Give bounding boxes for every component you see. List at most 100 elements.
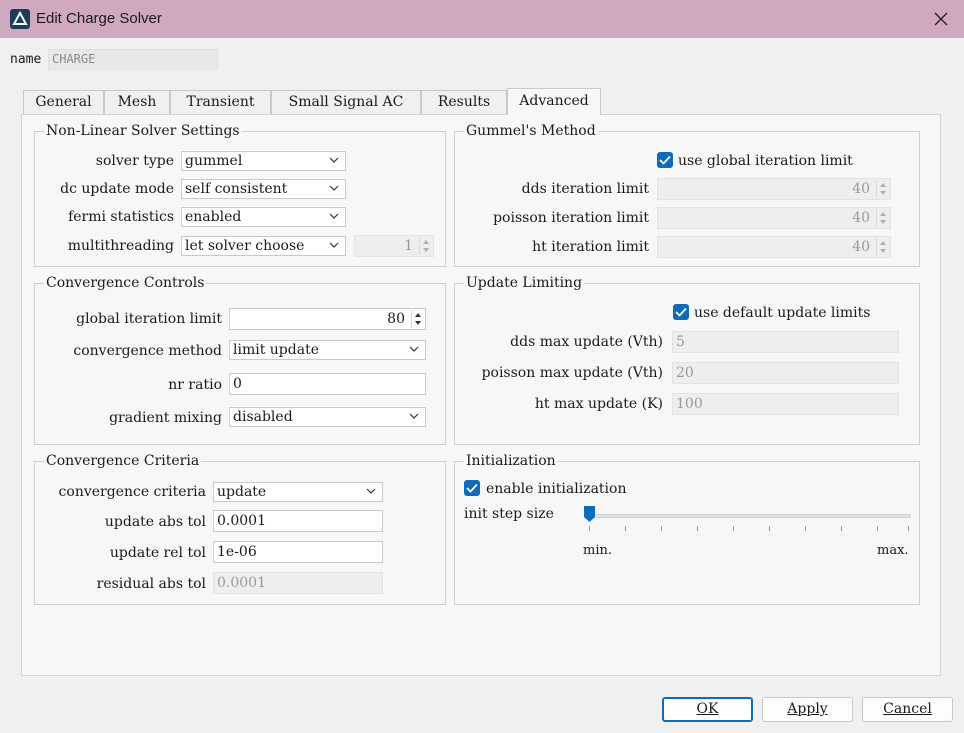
slider-tick [908,526,909,531]
init-step-slider-thumb[interactable] [583,505,596,523]
fermi-statistics-value: enabled [185,209,242,225]
residual-abs-tol-label: residual abs tol [96,576,206,592]
convergence-method-select[interactable]: limit update [229,340,426,360]
convergence-method-value: limit update [233,342,319,358]
dc-update-mode-value: self consistent [185,181,288,197]
poisson-max-update-label: poisson max update (Vth) [481,365,663,381]
fermi-statistics-label: fermi statistics [68,209,174,225]
chevron-down-icon [329,157,339,163]
global-iteration-field[interactable]: 80 [229,308,426,330]
spin-arrows-icon [876,180,889,198]
checkmark-icon [675,307,687,317]
update-abs-tol-field[interactable]: 0.0001 [213,510,383,532]
dds-iteration-label: dds iteration limit [521,181,649,197]
update-rel-tol-field[interactable]: 1e-06 [213,541,383,563]
multithreading-label: multithreading [67,238,174,254]
nr-ratio-field[interactable]: 0 [229,373,426,395]
spin-arrows-icon [876,209,889,227]
window-title: Edit Charge Solver [36,10,162,27]
title-bar: Edit Charge Solver [0,0,964,38]
ht-iteration-value: 40 [852,239,870,255]
thread-count-value: 1 [404,238,413,254]
slider-max-label: max. [877,543,909,558]
poisson-iteration-value: 40 [852,210,870,226]
slider-tick [589,526,590,531]
ok-button[interactable]: OK [662,697,753,722]
dds-max-update-label: dds max update (Vth) [510,334,663,350]
fermi-statistics-select[interactable]: enabled [181,207,346,227]
chevron-down-icon [329,242,339,248]
enable-initialization-checkbox[interactable] [464,480,480,496]
tab-results[interactable]: Results [421,90,507,114]
multithreading-select[interactable]: let solver choose [181,236,346,256]
nr-ratio-label: nr ratio [168,377,222,393]
slider-tick [625,526,626,531]
slider-min-label: min. [583,543,612,558]
dds-iteration-field: 40 [657,178,891,200]
solver-type-value: gummel [185,153,243,169]
gummel-method-title: Gummel's Method [464,123,598,139]
gradient-mixing-select[interactable]: disabled [229,407,426,427]
enable-initialization-label: enable initialization [486,481,627,497]
tab-small-signal-ac[interactable]: Small Signal AC [271,90,421,114]
residual-abs-tol-field: 0.0001 [213,572,383,594]
tab-general[interactable]: General [23,90,104,114]
convergence-criteria-label: convergence criteria [58,484,206,500]
slider-tick [805,526,806,531]
name-label: name [10,52,42,67]
convergence-criteria-title: Convergence Criteria [44,453,202,469]
ht-max-update-label: ht max update (K) [534,396,663,412]
dc-update-mode-select[interactable]: self consistent [181,179,346,199]
convergence-criteria-value: update [217,484,267,500]
poisson-iteration-field: 40 [657,207,891,229]
spin-arrows-icon[interactable] [411,310,424,328]
initialization-title: Initialization [464,453,558,469]
slider-tick [697,526,698,531]
update-abs-tol-label: update abs tol [104,514,206,530]
cancel-button[interactable]: Cancel [862,697,953,722]
checkmark-icon [466,483,478,493]
slider-tick [733,526,734,531]
thread-count-field: 1 [354,235,434,257]
convergence-method-label: convergence method [73,343,222,359]
app-logo-icon [10,9,30,29]
checkmark-icon [659,155,671,165]
slider-tick [841,526,842,531]
chevron-down-icon [366,488,376,494]
chevron-down-icon [409,346,419,352]
solver-type-select[interactable]: gummel [181,151,346,171]
close-button[interactable] [924,6,958,32]
global-iteration-value: 80 [387,311,405,327]
slider-tick [661,526,662,531]
spin-arrows-icon [419,237,432,255]
init-step-slider-track[interactable] [586,514,911,518]
global-iteration-label: global iteration limit [76,311,222,327]
dds-iteration-value: 40 [852,181,870,197]
ht-iteration-field: 40 [657,236,891,258]
poisson-max-update-field: 20 [672,362,899,384]
convergence-criteria-select[interactable]: update [213,482,383,502]
spin-arrows-icon [876,238,889,256]
use-default-update-label: use default update limits [694,305,871,321]
chevron-down-icon [329,213,339,219]
ht-iteration-label: ht iteration limit [532,239,649,255]
close-icon [934,12,948,26]
use-default-update-checkbox[interactable] [673,304,689,320]
apply-button[interactable]: Apply [762,697,853,722]
chevron-down-icon [409,413,419,419]
chevron-down-icon [329,185,339,191]
name-field[interactable]: CHARGE [48,49,218,70]
update-limiting-title: Update Limiting [464,275,585,291]
gradient-mixing-value: disabled [233,409,293,425]
slider-tick [769,526,770,531]
use-global-iteration-label: use global iteration limit [678,153,853,169]
tab-advanced[interactable]: Advanced [507,88,601,115]
tab-mesh[interactable]: Mesh [104,90,170,114]
slider-tick [877,526,878,531]
convergence-controls-title: Convergence Controls [44,275,207,291]
gradient-mixing-label: gradient mixing [109,410,222,426]
use-global-iteration-checkbox[interactable] [657,152,673,168]
dc-update-mode-label: dc update mode [60,181,174,197]
tab-transient[interactable]: Transient [170,90,271,114]
poisson-iteration-label: poisson iteration limit [493,210,649,226]
